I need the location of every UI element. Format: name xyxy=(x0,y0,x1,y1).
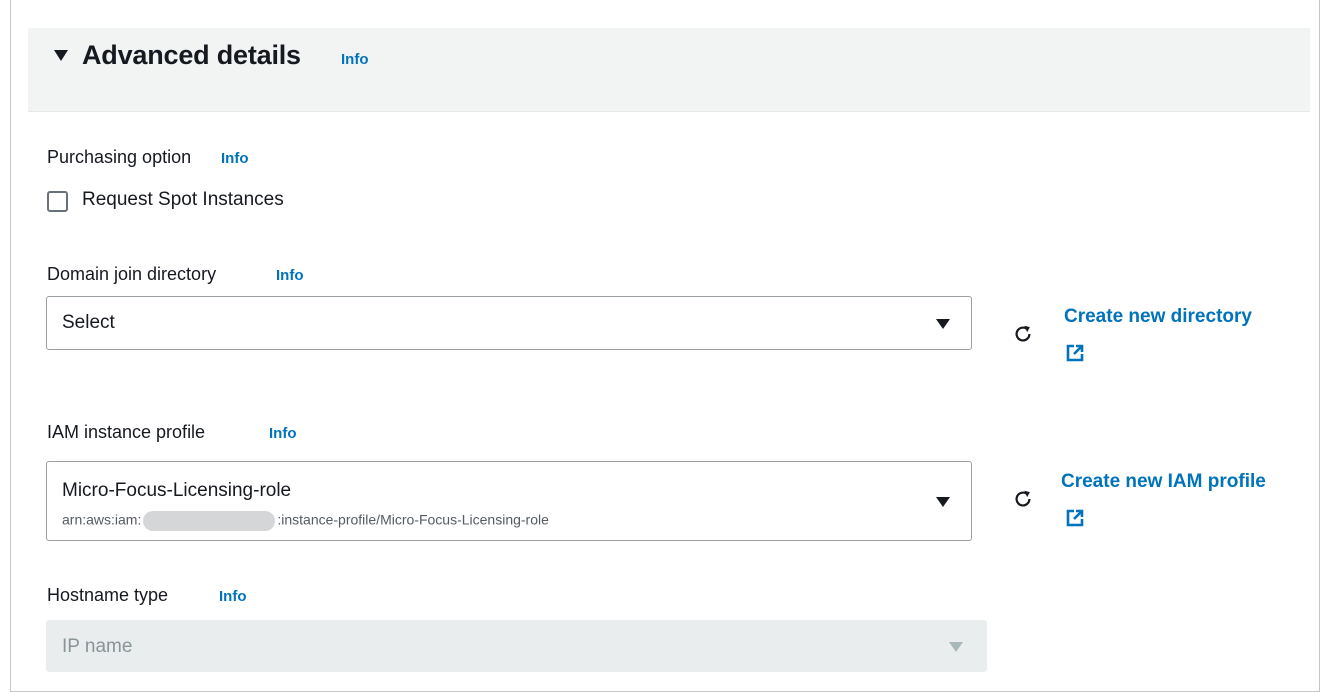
dropdown-arrow-icon xyxy=(949,642,963,652)
iam-instance-profile-info-link[interactable]: Info xyxy=(269,425,297,442)
domain-select-value: Select xyxy=(62,312,115,333)
iam-instance-profile-select[interactable]: Micro-Focus-Licensing-role arn:aws:iam::… xyxy=(46,461,972,541)
domain-join-directory-label: Domain join directory xyxy=(47,264,217,284)
iam-instance-profile-label: IAM instance profile xyxy=(47,422,206,442)
hostname-type-info-link[interactable]: Info xyxy=(219,588,247,605)
arn-prefix: arn:aws:iam: xyxy=(62,511,142,528)
hostname-type-select: IP name xyxy=(46,620,987,672)
request-spot-instances-label[interactable]: Request Spot Instances xyxy=(82,189,284,211)
create-new-directory-link[interactable]: Create new directory xyxy=(1064,306,1252,328)
dropdown-arrow-icon xyxy=(936,497,950,507)
domain-join-directory-info-link[interactable]: Info xyxy=(276,267,304,284)
create-new-iam-profile-link[interactable]: Create new IAM profile xyxy=(1061,471,1266,493)
purchasing-option-label: Purchasing option xyxy=(47,147,192,167)
iam-select-value: Micro-Focus-Licensing-role xyxy=(62,480,292,501)
hostname-select-value: IP name xyxy=(62,636,133,657)
dropdown-arrow-icon xyxy=(936,319,950,329)
refresh-icon[interactable] xyxy=(1012,488,1034,510)
iam-arn-text: arn:aws:iam: :instance-profile/Micro-Focu… xyxy=(62,511,549,531)
hostname-type-label: Hostname type xyxy=(47,585,169,605)
section-title[interactable]: Advanced details xyxy=(82,40,301,71)
section-info-link[interactable]: Info xyxy=(341,51,369,68)
refresh-icon[interactable] xyxy=(1012,323,1034,345)
arn-suffix: :instance-profile/Micro-Focus-Licensing-… xyxy=(277,511,549,528)
redacted-account-id xyxy=(143,511,276,531)
caret-down-icon[interactable] xyxy=(54,50,68,61)
request-spot-instances-checkbox[interactable] xyxy=(47,191,68,212)
domain-join-directory-select[interactable]: Select xyxy=(46,296,972,350)
external-link-icon[interactable] xyxy=(1065,343,1085,363)
external-link-icon[interactable] xyxy=(1065,508,1085,528)
purchasing-option-info-link[interactable]: Info xyxy=(221,150,249,167)
